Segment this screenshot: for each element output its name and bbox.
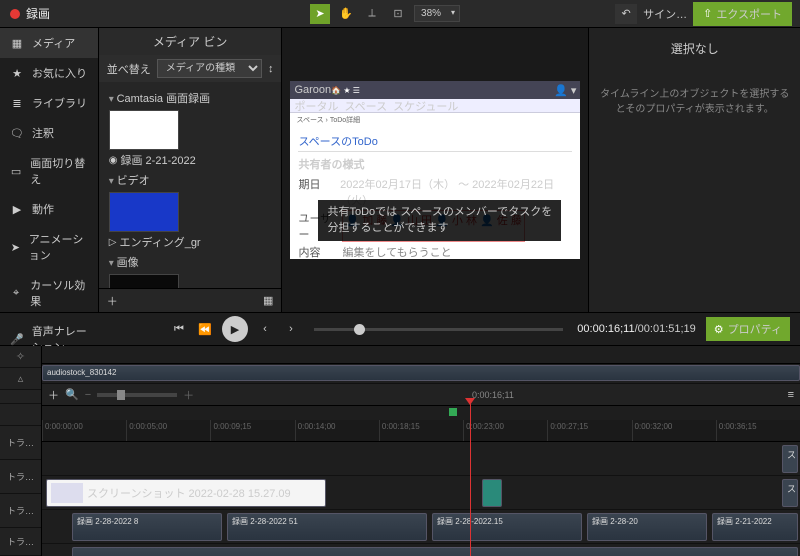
- media-label: ◉ 録画 2-21-2022: [109, 152, 272, 168]
- transition-icon: ▭: [10, 165, 22, 178]
- tl-menu-icon[interactable]: ≡: [788, 389, 794, 401]
- bin-title: メディア ビン: [99, 28, 282, 55]
- screenshot-clip[interactable]: スクリーンショット 2022-02-28 15.27.09: [46, 479, 326, 507]
- tl-zoom-out[interactable]: 🔍: [65, 388, 79, 401]
- properties-empty-msg: タイムライン上のオブジェクトを選択するとそのプロパティが表示されます。: [597, 87, 792, 117]
- annotation-icon: 🗨: [10, 127, 24, 140]
- step-fwd-button[interactable]: ‹: [256, 320, 274, 338]
- track-label[interactable]: トラ…: [0, 460, 41, 494]
- marker-row[interactable]: [42, 346, 800, 364]
- tl-cut-button[interactable]: ＋: [48, 387, 59, 403]
- zoom-select[interactable]: 38%: [414, 5, 460, 22]
- undo-button[interactable]: ↶: [615, 4, 637, 24]
- video-clip[interactable]: 録画 2-28-20: [587, 513, 707, 541]
- bin-category: ▾ 画像: [109, 254, 272, 270]
- clip-end[interactable]: ス: [782, 479, 798, 507]
- properties-panel: 選択なし タイムライン上のオブジェクトを選択するとそのプロパティが表示されます。: [588, 28, 800, 312]
- playhead[interactable]: [470, 404, 471, 556]
- media-thumb[interactable]: [109, 110, 179, 150]
- tl-zoom-slider[interactable]: [97, 393, 177, 397]
- video-clip[interactable]: 録画 2-28-2022 51: [227, 513, 427, 541]
- video-clip[interactable]: 録画 2-28-2022.15: [432, 513, 582, 541]
- audio-clip[interactable]: audiostock_830142: [42, 365, 800, 381]
- bin-category: ▾ ビデオ: [109, 172, 272, 188]
- sidebar: ▦メディア ★お気に入り ≣ライブラリ 🗨注釈 ▭画面切り替え ▶動作 ➤アニメ…: [0, 28, 99, 312]
- prev-clip-button[interactable]: ⏮: [170, 320, 188, 338]
- track-label[interactable]: トラ…: [0, 426, 41, 460]
- pointer-tool[interactable]: ➤: [310, 4, 330, 24]
- next-clip-button[interactable]: ›: [282, 320, 300, 338]
- timeline-track[interactable]: スクリーンショット 2022-02-28 15.27.09 ス: [42, 476, 800, 510]
- sidebar-item-behaviors[interactable]: ▶動作: [0, 194, 98, 224]
- sidebar-item-annotations[interactable]: 🗨注釈: [0, 118, 98, 148]
- sidebar-item-animations[interactable]: ➤アニメーション: [0, 224, 98, 270]
- export-button[interactable]: ⇧ エクスポート: [693, 2, 792, 26]
- media-thumb[interactable]: [109, 274, 179, 288]
- sidebar-item-library[interactable]: ≣ライブラリ: [0, 88, 98, 118]
- record-icon: [10, 9, 20, 19]
- annotation-clip[interactable]: [482, 479, 502, 507]
- video-clip[interactable]: 録画 2-28-2022 8: [72, 513, 222, 541]
- video-clip[interactable]: 録画 2-21-2022: [712, 513, 798, 541]
- sidebar-item-transitions[interactable]: ▭画面切り替え: [0, 148, 98, 194]
- behavior-icon: ▶: [10, 203, 24, 216]
- bin-category: ▾ Camtasia 画面録画: [109, 90, 272, 106]
- hand-tool[interactable]: ✋: [336, 4, 356, 24]
- sort-dir-icon[interactable]: ↕: [268, 63, 274, 75]
- caption-overlay: 共有ToDoでは スペースのメンバーでタスクを 分担することができます: [318, 200, 561, 241]
- marker-icon[interactable]: [449, 408, 457, 416]
- media-label: ▷ エンディング_gr: [109, 234, 272, 250]
- timeline-ruler[interactable]: 0:00:00;00 0:00:05;00 0:00:09;15 0:00:14…: [42, 420, 800, 442]
- sidebar-item-media[interactable]: ▦メディア: [0, 28, 98, 58]
- timecode: 00:00:16;11/00:01:51;19: [577, 323, 695, 335]
- media-thumb[interactable]: [109, 192, 179, 232]
- app-title: 録画: [26, 5, 50, 22]
- cursor-icon: ⌖: [10, 287, 22, 300]
- marker-tool2[interactable]: ▵: [0, 368, 41, 390]
- star-icon: ★: [10, 67, 24, 80]
- marker-tool[interactable]: ✧: [0, 346, 41, 368]
- timeline-track[interactable]: [42, 544, 800, 556]
- export-label: エクスポート: [716, 6, 782, 22]
- sort-select[interactable]: メディアの種類: [157, 59, 262, 78]
- track-label[interactable]: トラ…: [0, 528, 41, 556]
- preview-canvas[interactable]: Garoon 🏠 ★ ☰👤 ▾ ポータルスペーススケジュール スペース › To…: [282, 28, 588, 312]
- sidebar-item-favorites[interactable]: ★お気に入り: [0, 58, 98, 88]
- preview-app-name: Garoon: [294, 84, 331, 96]
- animation-icon: ➤: [10, 241, 21, 254]
- track-label[interactable]: トラ…: [0, 494, 41, 528]
- properties-title: 選択なし: [597, 36, 792, 61]
- timeline-track[interactable]: 録画 2-28-2022 8 録画 2-28-2022 51 録画 2-28-2…: [42, 510, 800, 544]
- media-icon: ▦: [10, 37, 24, 50]
- timeline-track[interactable]: ス: [42, 442, 800, 476]
- add-media-button[interactable]: ＋: [107, 293, 118, 309]
- sidebar-item-cursor[interactable]: ⌖カーソル効果: [0, 270, 98, 316]
- library-icon: ≣: [10, 97, 24, 110]
- properties-button[interactable]: ⚙ プロパティ: [706, 317, 790, 341]
- doc-heading: 共有者の様式: [298, 156, 572, 172]
- clip-end[interactable]: ス: [782, 445, 798, 473]
- step-back-button[interactable]: ⏪: [196, 320, 214, 338]
- audio-clip[interactable]: [72, 547, 798, 556]
- playhead-time: 0:00:16;11: [472, 390, 514, 400]
- sort-label: 並べ替え: [107, 61, 151, 77]
- view-toggle-button[interactable]: ▦: [263, 294, 273, 307]
- scrub-bar[interactable]: [314, 328, 563, 331]
- crop-tool[interactable]: ⟂: [362, 4, 382, 24]
- pan-tool[interactable]: ⊡: [388, 4, 408, 24]
- media-bin: メディア ビン 並べ替え メディアの種類 ↕ ▾ Camtasia 画面録画 ◉…: [99, 28, 283, 312]
- mic-icon: 🎤: [10, 333, 24, 346]
- signin-link[interactable]: サイン…: [643, 6, 687, 22]
- play-button[interactable]: ▶: [222, 316, 248, 342]
